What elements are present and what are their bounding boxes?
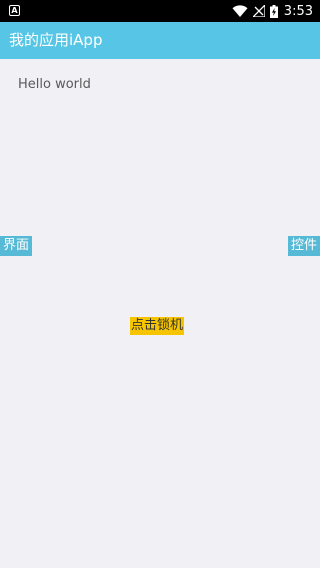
app-title: 我的应用iApp xyxy=(9,31,103,49)
app-bar: 我的应用iApp xyxy=(0,22,320,59)
status-icons: 3:53 xyxy=(232,0,313,22)
controls-button[interactable]: 控件 xyxy=(287,236,320,256)
hello-text: Hello world xyxy=(18,77,91,92)
wifi-icon xyxy=(232,5,248,17)
status-time: 3:53 xyxy=(283,3,313,19)
lock-button[interactable]: 点击锁机 xyxy=(130,317,185,335)
battery-charging-icon xyxy=(269,4,278,18)
notification-icon: A xyxy=(9,5,20,16)
signal-icon xyxy=(252,5,265,17)
interface-button[interactable]: 界面 xyxy=(0,236,33,256)
app-screen: A 3:53 我的应用iApp Hello world 界面 控件 点击锁机 xyxy=(0,0,320,568)
status-bar: A 3:53 xyxy=(0,0,320,22)
